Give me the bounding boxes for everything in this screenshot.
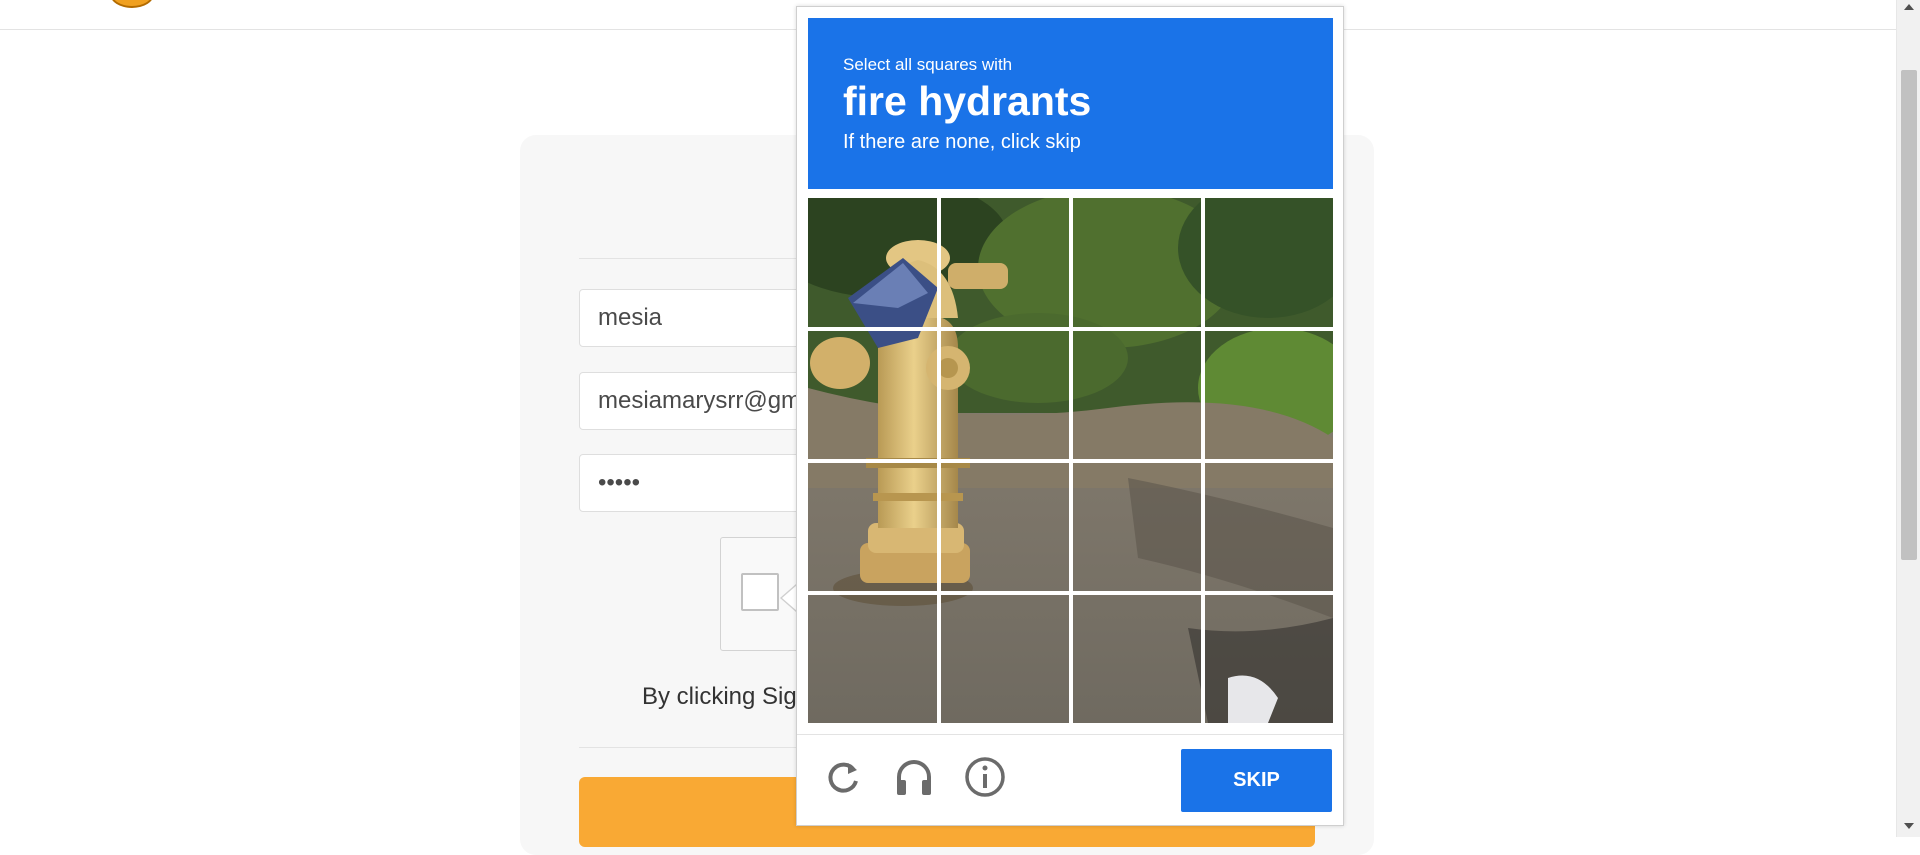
grid-tile-3-4[interactable]: [1205, 463, 1334, 592]
challenge-pointer-inner: [782, 585, 797, 611]
grid-tile-1-4[interactable]: [1205, 198, 1334, 327]
grid-tile-3-3[interactable]: [1073, 463, 1202, 592]
grid-tile-2-3[interactable]: [1073, 331, 1202, 460]
page-scrollbar[interactable]: [1896, 0, 1920, 837]
grid-tile-4-3[interactable]: [1073, 595, 1202, 724]
challenge-image-grid: [808, 198, 1333, 723]
scroll-thumb[interactable]: [1901, 70, 1917, 560]
grid-tile-1-3[interactable]: [1073, 198, 1202, 327]
challenge-target: fire hydrants: [843, 78, 1092, 124]
scroll-up-arrow-icon[interactable]: [1904, 4, 1914, 10]
captcha-challenge-popup: Select all squares with fire hydrants If…: [796, 6, 1344, 826]
grid-tile-4-4[interactable]: [1205, 595, 1334, 724]
grid-tile-3-2[interactable]: [941, 463, 1070, 592]
reload-icon[interactable]: [821, 755, 865, 799]
grid-tile-4-2[interactable]: [941, 595, 1070, 724]
recaptcha-checkbox[interactable]: [741, 573, 779, 611]
grid-tile-2-2[interactable]: [941, 331, 1070, 460]
scroll-down-arrow-icon[interactable]: [1904, 823, 1914, 829]
grid-tile-1-1[interactable]: [808, 198, 937, 327]
grid-tile-1-2[interactable]: [941, 198, 1070, 327]
info-icon[interactable]: [963, 755, 1007, 799]
challenge-footer: SKIP: [797, 734, 1343, 826]
skip-button[interactable]: SKIP: [1181, 749, 1332, 812]
audio-headphones-icon[interactable]: [892, 755, 936, 799]
challenge-header: Select all squares with fire hydrants If…: [808, 18, 1333, 189]
grid-tile-2-1[interactable]: [808, 331, 937, 460]
challenge-instruction: Select all squares with: [843, 55, 1013, 74]
grid-tile-2-4[interactable]: [1205, 331, 1334, 460]
grid-tile-4-1[interactable]: [808, 595, 937, 724]
challenge-subtext: If there are none, click skip: [843, 131, 1081, 153]
grid-tile-3-1[interactable]: [808, 463, 937, 592]
site-logo[interactable]: [110, 0, 154, 8]
